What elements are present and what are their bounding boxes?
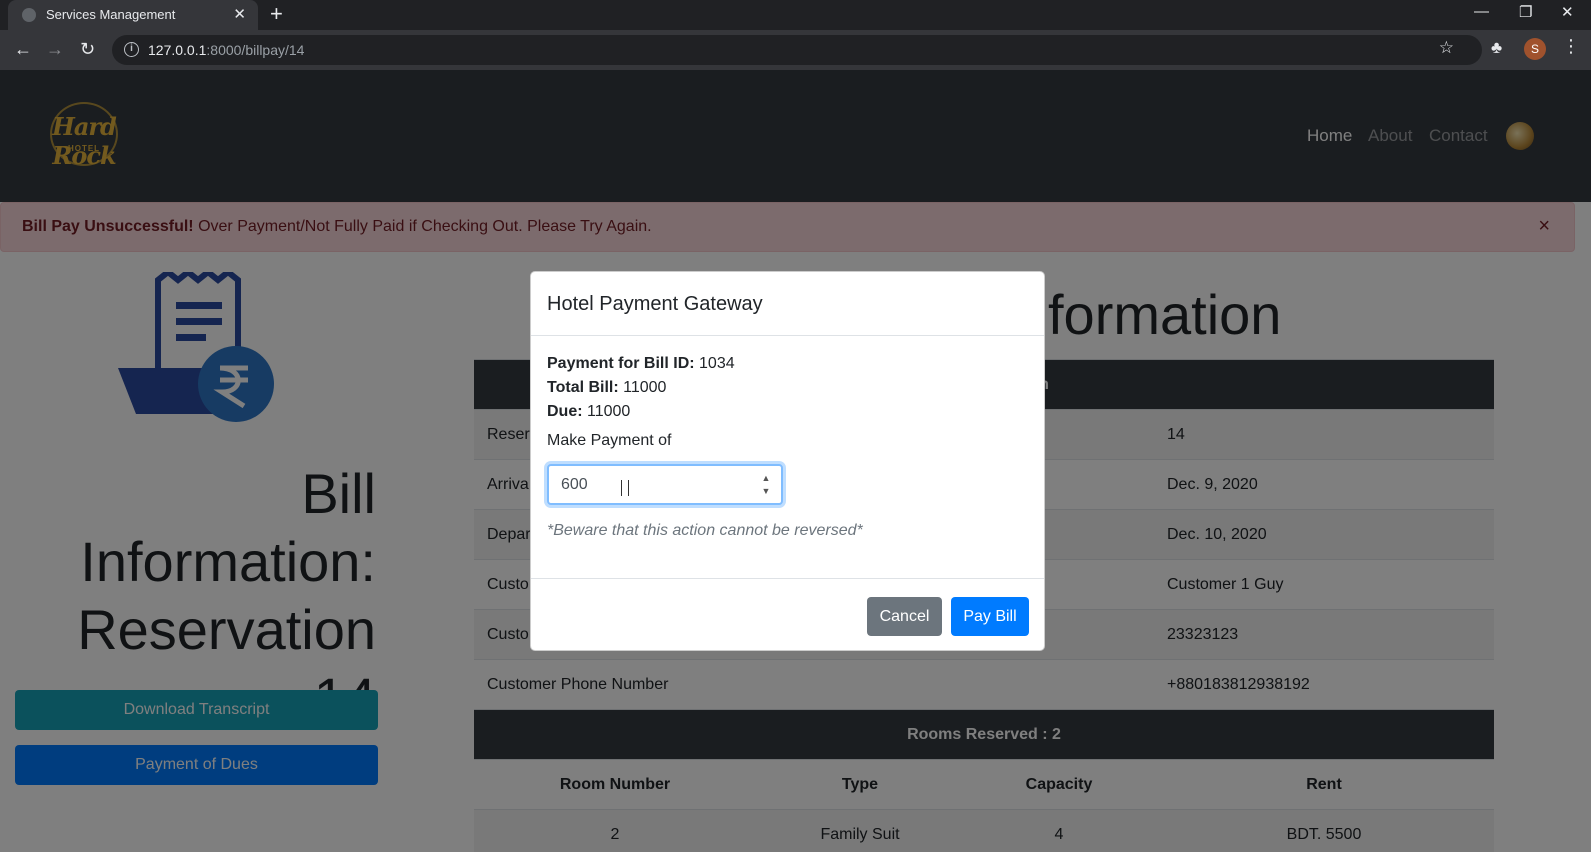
modal-header: Hotel Payment Gateway — [531, 272, 1044, 336]
tab-title: Services Management — [46, 7, 176, 22]
minimize-icon[interactable]: — — [1474, 3, 1489, 20]
reload-icon[interactable]: ↻ — [80, 38, 95, 60]
browser-tab[interactable]: Services Management ✕ — [8, 0, 258, 30]
spin-up-icon: ▲ — [761, 473, 771, 483]
bill-id-line: Payment for Bill ID: 1034 — [547, 355, 735, 372]
window-close-icon[interactable]: ✕ — [1561, 3, 1574, 21]
payment-amount-value: 600 — [561, 476, 588, 493]
new-tab-icon[interactable]: + — [270, 2, 283, 26]
browser-toolbar: ← → ↻ i 127.0.0.1:8000/billpay/14 ☆ ♣ S … — [0, 30, 1591, 70]
payment-amount-input[interactable]: 600 ▲ ▼ — [547, 464, 783, 505]
due-line: Due: 11000 — [547, 403, 631, 420]
site-info-icon[interactable]: i — [124, 42, 139, 57]
pay-bill-button[interactable]: Pay Bill — [951, 597, 1029, 636]
globe-icon — [22, 8, 36, 22]
url-text[interactable]: 127.0.0.1:8000/billpay/14 — [148, 42, 304, 58]
irreversible-warning: *Beware that this action cannot be rever… — [547, 522, 863, 539]
profile-avatar[interactable]: S — [1524, 38, 1546, 60]
back-icon[interactable]: ← — [14, 38, 32, 60]
close-tab-icon[interactable]: ✕ — [233, 5, 246, 23]
total-bill-line: Total Bill: 11000 — [547, 379, 667, 396]
payment-modal: Hotel Payment Gateway Payment for Bill I… — [530, 271, 1045, 651]
browser-menu-icon[interactable]: ⋮ — [1562, 36, 1580, 57]
cancel-button[interactable]: Cancel — [867, 597, 942, 636]
forward-icon[interactable]: → — [46, 38, 64, 60]
spin-down-icon: ▼ — [761, 486, 771, 496]
make-payment-label: Make Payment of — [547, 432, 672, 449]
restore-icon[interactable]: ❐ — [1519, 3, 1532, 21]
browser-tab-strip: Services Management ✕ + — ❐ ✕ — [0, 0, 1591, 30]
modal-body: Payment for Bill ID: 1034 Total Bill: 11… — [547, 352, 1027, 539]
number-spinner[interactable]: ▲ ▼ — [759, 472, 773, 498]
bookmark-star-icon[interactable]: ☆ — [1439, 38, 1454, 58]
modal-footer: Cancel Pay Bill — [531, 578, 1044, 650]
extensions-puzzle-icon[interactable]: ♣ — [1491, 38, 1502, 58]
address-bar[interactable]: i 127.0.0.1:8000/billpay/14 ☆ — [112, 35, 1482, 65]
modal-title: Hotel Payment Gateway — [547, 293, 763, 315]
text-cursor-icon — [621, 480, 629, 496]
